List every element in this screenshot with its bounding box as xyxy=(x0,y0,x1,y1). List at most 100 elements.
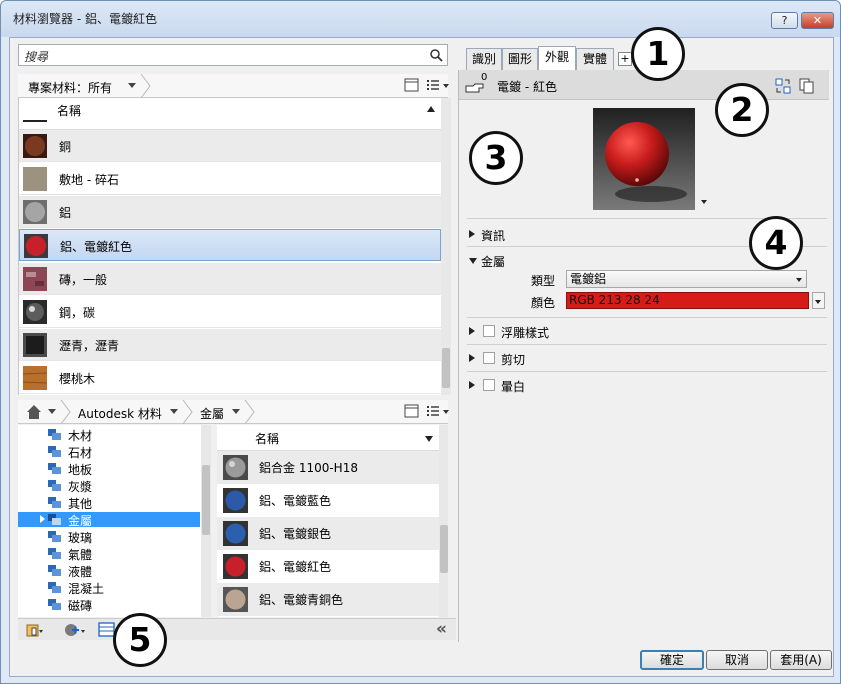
preview-options-icon[interactable] xyxy=(701,200,707,204)
section-tint[interactable]: 暈白 xyxy=(469,377,825,395)
tree-item[interactable]: 灰漿 xyxy=(18,478,200,494)
list-view-icon[interactable] xyxy=(426,78,450,93)
callout-1: 1 xyxy=(631,27,685,81)
material-swatch xyxy=(23,200,47,224)
list-item[interactable]: 鋁 xyxy=(19,196,441,228)
sort-ascending-icon[interactable] xyxy=(427,106,435,112)
tree-item-label: 灰漿 xyxy=(68,480,93,494)
chevron-down-icon[interactable] xyxy=(128,83,136,88)
apply-button[interactable]: 套用(A) xyxy=(770,650,832,670)
tree-item[interactable]: 氣體 xyxy=(18,546,200,562)
tree-item-selected[interactable]: 金屬 xyxy=(18,512,200,528)
list-header[interactable]: 名稱 xyxy=(217,425,439,451)
list-item[interactable]: 銅 xyxy=(19,130,441,162)
material-swatch xyxy=(23,167,47,191)
vertical-scrollbar[interactable] xyxy=(441,98,451,395)
chevron-down-icon[interactable] xyxy=(48,409,56,414)
list-item[interactable]: 敷地 - 碎石 xyxy=(19,163,441,195)
home-icon[interactable] xyxy=(26,404,42,420)
type-select[interactable]: 電鍍鋁 xyxy=(566,270,807,288)
section-divider xyxy=(467,317,827,318)
material-name: 鋁合金 1100-H18 xyxy=(259,461,358,475)
tab-physical[interactable]: 實體 xyxy=(576,48,614,70)
replace-asset-icon[interactable] xyxy=(775,78,791,94)
library-root-label[interactable]: Autodesk 材料 xyxy=(78,405,162,422)
material-swatch xyxy=(23,267,47,291)
expand-arrow-icon[interactable] xyxy=(469,230,475,238)
project-filter-label[interactable]: 專案材料：所有 xyxy=(28,79,112,96)
cancel-button[interactable]: 取消 xyxy=(706,650,768,670)
ok-button[interactable]: 確定 xyxy=(640,650,704,670)
bottom-toolbar: « xyxy=(18,618,456,640)
list-item[interactable]: 磚，一般 xyxy=(19,263,441,295)
list-item[interactable]: 瀝青，瀝青 xyxy=(19,329,441,361)
tab-identity[interactable]: 識別 xyxy=(466,48,502,70)
panel-toggle-icon[interactable] xyxy=(404,404,420,419)
expand-arrow-icon[interactable] xyxy=(40,515,45,523)
list-view-icon[interactable] xyxy=(426,404,450,419)
tree-item[interactable]: 石材 xyxy=(18,444,200,460)
material-preview[interactable] xyxy=(593,108,695,210)
list-item[interactable]: 櫻桃木 xyxy=(19,362,441,394)
list-item[interactable]: 鋁、電鍍紅色 xyxy=(217,550,439,583)
tree-item[interactable]: 磁磚 xyxy=(18,597,200,613)
tree-item[interactable]: 液體 xyxy=(18,563,200,579)
tree-item[interactable]: 木材 xyxy=(18,427,200,443)
list-item[interactable]: 鋁合金 1100-H18 xyxy=(217,451,439,484)
list-item[interactable]: 鋁、電鍍銀色 xyxy=(217,517,439,550)
tab-graphics[interactable]: 圖形 xyxy=(502,48,538,70)
sort-descending-icon[interactable] xyxy=(425,436,433,442)
material-swatch xyxy=(223,521,248,546)
material-swatch xyxy=(223,587,248,612)
scrollbar-thumb[interactable] xyxy=(202,465,210,535)
scrollbar-thumb[interactable] xyxy=(440,525,448,573)
breadcrumb-separator-icon xyxy=(60,400,71,424)
expand-arrow-icon[interactable] xyxy=(469,381,475,389)
library-category-label[interactable]: 金屬 xyxy=(200,405,224,422)
enable-checkbox[interactable] xyxy=(483,325,495,337)
list-item[interactable]: 鋁、電鍍藍色 xyxy=(217,484,439,517)
expand-arrow-icon[interactable] xyxy=(469,354,475,362)
tree-item[interactable]: 地板 xyxy=(18,461,200,477)
list-header[interactable]: 名稱 xyxy=(19,98,441,130)
chevron-down-icon[interactable] xyxy=(170,409,178,414)
color-value: RGB 213 28 24 xyxy=(569,293,660,307)
collapse-panel-button[interactable]: « xyxy=(436,619,447,639)
search-input[interactable]: 搜尋 xyxy=(18,44,448,66)
list-item[interactable]: 鋁、電鍍青銅色 xyxy=(217,583,439,616)
search-icon[interactable] xyxy=(429,48,443,62)
tree-scrollbar[interactable] xyxy=(201,425,211,617)
duplicate-asset-icon[interactable] xyxy=(799,78,815,94)
section-cutout[interactable]: 剪切 xyxy=(469,350,825,368)
tree-item[interactable]: 玻璃 xyxy=(18,529,200,545)
tree-item[interactable]: 混凝土 xyxy=(18,580,200,596)
column-header-name[interactable]: 名稱 xyxy=(57,102,81,119)
list-item-selected[interactable]: 鋁、電鍍紅色 xyxy=(19,229,441,261)
close-button[interactable]: ✕ xyxy=(801,12,834,29)
section-relief-pattern[interactable]: 浮雕樣式 xyxy=(469,323,825,341)
color-field[interactable]: RGB 213 28 24 xyxy=(566,292,809,309)
material-swatch xyxy=(23,366,47,390)
enable-checkbox[interactable] xyxy=(483,352,495,364)
add-asset-button[interactable]: + xyxy=(618,52,632,66)
list-item[interactable]: 鋼，碳 xyxy=(19,296,441,328)
enable-checkbox[interactable] xyxy=(483,379,495,391)
hand-icon xyxy=(465,83,484,93)
help-button[interactable]: ? xyxy=(771,12,798,29)
tree-item-label: 磁磚 xyxy=(68,599,93,613)
tab-appearance[interactable]: 外觀 xyxy=(538,46,576,71)
scrollbar-thumb[interactable] xyxy=(442,348,450,388)
color-options-button[interactable] xyxy=(812,292,825,309)
library-scrollbar[interactable] xyxy=(439,425,448,617)
column-header-name[interactable]: 名稱 xyxy=(255,430,279,447)
material-name: 鋁、電鍍青銅色 xyxy=(259,593,344,607)
collapse-arrow-icon[interactable] xyxy=(469,258,477,264)
library-menu-icon[interactable] xyxy=(26,622,44,638)
expand-arrow-icon[interactable] xyxy=(469,327,475,335)
material-name: 鋁、電鍍銀色 xyxy=(259,527,332,541)
create-material-icon[interactable] xyxy=(64,622,86,638)
section-label: 暈白 xyxy=(501,380,526,394)
tree-item[interactable]: 其他 xyxy=(18,495,200,511)
chevron-down-icon[interactable] xyxy=(232,409,240,414)
panel-toggle-icon[interactable] xyxy=(404,78,420,93)
